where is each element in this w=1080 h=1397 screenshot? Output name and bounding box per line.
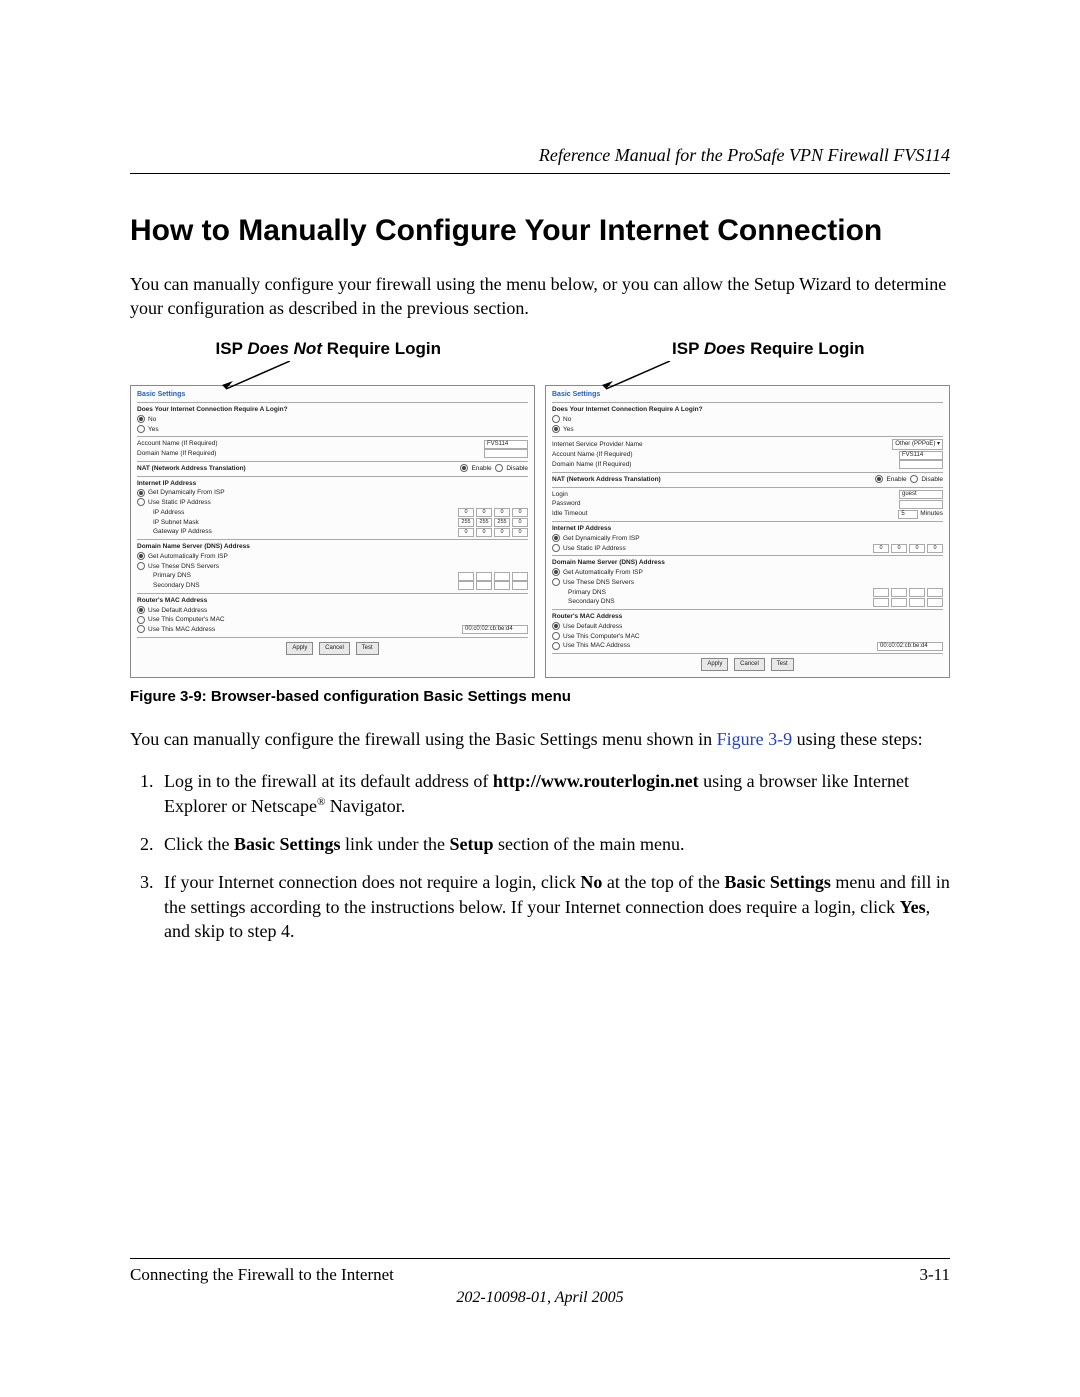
step-1: Log in to the firewall at its default ad… [158, 769, 950, 818]
primary-dns-field[interactable] [873, 588, 943, 597]
pointer-arrows [130, 363, 950, 385]
radio-mac-this[interactable] [552, 642, 560, 650]
account-name-field[interactable]: FVS114 [484, 440, 528, 449]
radio-nat-enable[interactable] [875, 475, 883, 483]
page-footer: Connecting the Firewall to the Internet … [130, 1258, 950, 1307]
ip-address-field[interactable]: 0000 [458, 508, 528, 517]
ip-heading: Internet IP Address [137, 479, 528, 489]
intro-paragraph: You can manually configure your firewall… [130, 272, 950, 321]
radio-no[interactable] [137, 415, 145, 423]
radio-nat-enable[interactable] [460, 464, 468, 472]
figure-3-9: ISP Does Not Require Login ISP Does Requ… [130, 339, 950, 706]
apply-button[interactable]: Apply [286, 642, 313, 655]
password-label: Password [552, 499, 581, 509]
figure-caption: Figure 3-9: Browser-based configuration … [130, 688, 950, 705]
login-question: Does Your Internet Connection Require A … [552, 405, 943, 415]
radio-mac-this[interactable] [137, 625, 145, 633]
radio-mac-default[interactable] [552, 622, 560, 630]
nat-heading: NAT (Network Address Translation) [137, 464, 246, 474]
radio-yes[interactable] [137, 425, 145, 433]
login-label: Login [552, 490, 568, 500]
dns-heading: Domain Name Server (DNS) Address [137, 542, 528, 552]
static-ip-field[interactable]: 0000 [873, 544, 943, 553]
login-question: Does Your Internet Connection Require A … [137, 405, 528, 415]
running-header: Reference Manual for the ProSafe VPN Fir… [539, 145, 950, 166]
cancel-button[interactable]: Cancel [319, 642, 350, 655]
top-rule [130, 173, 950, 174]
radio-ip-static[interactable] [137, 498, 145, 506]
radio-no[interactable] [552, 415, 560, 423]
ip-address-label: IP Address [153, 508, 184, 518]
radio-mac-pc[interactable] [552, 632, 560, 640]
gateway-label: Gateway IP Address [153, 527, 212, 537]
left-column-label: ISP Does Not Require Login [216, 339, 441, 359]
radio-dns-these[interactable] [137, 562, 145, 570]
dns-heading: Domain Name Server (DNS) Address [552, 558, 943, 568]
primary-dns-label: Primary DNS [153, 571, 191, 581]
gateway-field[interactable]: 0000 [458, 528, 528, 537]
ip-heading: Internet IP Address [552, 524, 943, 534]
radio-dns-auto[interactable] [137, 552, 145, 560]
isp-type-select[interactable]: Other (PPPoE) ▾ [892, 439, 943, 450]
mac-heading: Router's MAC Address [552, 612, 943, 622]
password-field[interactable] [899, 500, 943, 509]
radio-ip-dyn[interactable] [552, 534, 560, 542]
mac-heading: Router's MAC Address [137, 596, 528, 606]
domain-name-field[interactable] [484, 449, 528, 458]
radio-nat-disable[interactable] [910, 475, 918, 483]
primary-dns-field[interactable] [458, 572, 528, 581]
subnet-mask-label: IP Subnet Mask [153, 518, 199, 528]
footer-doc-id: 202-10098-01, April 2005 [130, 1289, 950, 1307]
account-name-label: Account Name (If Required) [137, 439, 218, 449]
step-3: If your Internet connection does not req… [158, 870, 950, 943]
nat-options: Enable Disable [875, 475, 943, 485]
login-field[interactable]: guest [899, 490, 943, 499]
mac-address-field[interactable]: 00:c0:02:cb:be:d4 [877, 642, 943, 651]
arrow-right-icon [600, 361, 680, 395]
settings-panel-login: Basic Settings Does Your Internet Connec… [545, 385, 950, 679]
domain-name-field[interactable] [899, 460, 943, 469]
account-name-label: Account Name (If Required) [552, 450, 633, 460]
secondary-dns-field[interactable] [458, 581, 528, 590]
cancel-button[interactable]: Cancel [734, 658, 765, 671]
idle-timeout-label: Idle Timeout [552, 509, 587, 519]
radio-dns-these[interactable] [552, 578, 560, 586]
primary-dns-label: Primary DNS [568, 588, 606, 598]
arrow-left-icon [220, 361, 300, 395]
idle-timeout-field[interactable]: 5 [898, 510, 918, 519]
nat-heading: NAT (Network Address Translation) [552, 475, 661, 485]
footer-rule [130, 1258, 950, 1259]
right-column-label: ISP Does Require Login [672, 339, 864, 359]
isp-name-label: Internet Service Provider Name [552, 440, 643, 450]
apply-button[interactable]: Apply [701, 658, 728, 671]
footer-page-number: 3-11 [919, 1265, 950, 1285]
account-name-field[interactable]: FVS114 [899, 451, 943, 460]
radio-ip-dyn[interactable] [137, 489, 145, 497]
page: Reference Manual for the ProSafe VPN Fir… [0, 0, 1080, 1397]
figure-reference-link[interactable]: Figure 3-9 [717, 729, 793, 749]
body-paragraph-2: You can manually configure the firewall … [130, 727, 950, 751]
step-2: Click the Basic Settings link under the … [158, 832, 950, 856]
radio-dns-auto[interactable] [552, 568, 560, 576]
nat-options: Enable Disable [460, 464, 528, 474]
radio-nat-disable[interactable] [495, 464, 503, 472]
subnet-mask-field[interactable]: 2552552550 [458, 518, 528, 527]
panel-title: Basic Settings [137, 390, 528, 401]
steps-list: Log in to the firewall at its default ad… [130, 769, 950, 943]
footer-chapter: Connecting the Firewall to the Internet [130, 1265, 394, 1285]
test-button[interactable]: Test [356, 642, 379, 655]
radio-yes[interactable] [552, 425, 560, 433]
secondary-dns-field[interactable] [873, 598, 943, 607]
radio-mac-default[interactable] [137, 606, 145, 614]
domain-name-label: Domain Name (If Required) [137, 449, 216, 459]
radio-mac-pc[interactable] [137, 616, 145, 624]
secondary-dns-label: Secondary DNS [153, 581, 200, 591]
domain-name-label: Domain Name (If Required) [552, 460, 631, 470]
test-button[interactable]: Test [771, 658, 794, 671]
section-heading: How to Manually Configure Your Internet … [130, 214, 950, 248]
radio-ip-static[interactable] [552, 544, 560, 552]
settings-panel-no-login: Basic Settings Does Your Internet Connec… [130, 385, 535, 679]
mac-address-field[interactable]: 00:c0:02:cb:be:d4 [462, 625, 528, 634]
secondary-dns-label: Secondary DNS [568, 597, 615, 607]
